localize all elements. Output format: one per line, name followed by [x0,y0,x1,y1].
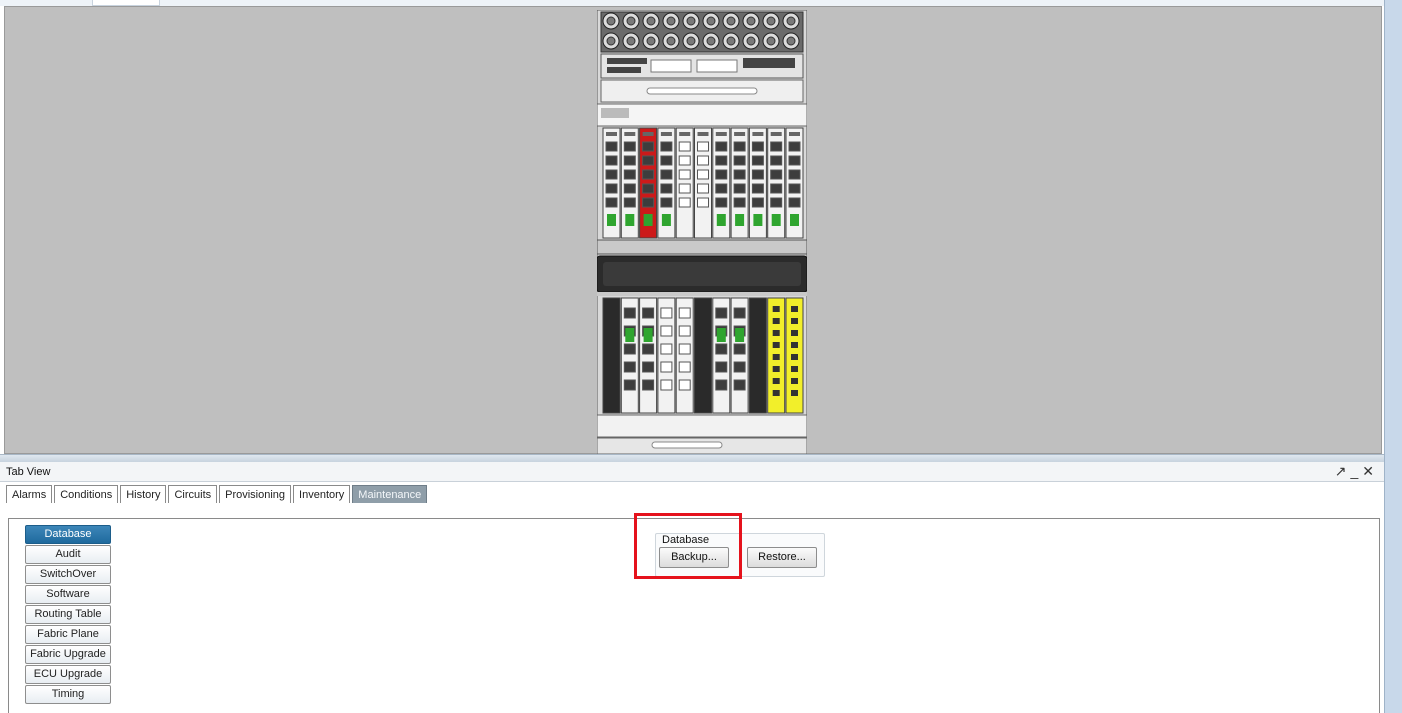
lower-card-slot[interactable] [767,297,786,414]
tab-view-header: Tab View ↗_✕ [0,462,1384,482]
lower-card-slot[interactable] [694,297,712,414]
tab-conditions[interactable]: Conditions [54,485,119,503]
split-bar[interactable] [0,454,1384,462]
fan-tray [600,11,804,53]
upper-card-cage[interactable] [602,127,804,239]
subtab-software[interactable]: Software [25,585,111,604]
tab-provisioning[interactable]: Provisioning [219,485,292,503]
close-icon[interactable]: ✕ [1362,463,1378,479]
right-scroll-rail[interactable] [1384,0,1402,713]
upper-label-bar [597,103,807,127]
shelf-view[interactable] [4,6,1382,454]
tab-alarms[interactable]: Alarms [6,485,53,503]
subtab-audit[interactable]: Audit [25,545,111,564]
upper-card-slot[interactable] [712,127,731,239]
lower-card-slot[interactable] [748,297,767,414]
upper-air-ramp [600,79,804,103]
lower-card-slot[interactable] [785,297,804,414]
upper-card-slot[interactable] [767,127,786,239]
minimize-icon[interactable]: _ [1350,463,1362,479]
tab-view-title: Tab View [6,466,51,478]
subtab-database[interactable]: Database [25,525,111,544]
tab-history[interactable]: History [120,485,167,503]
lower-card-slot[interactable] [602,297,621,414]
subtab-timing[interactable]: Timing [25,685,111,704]
restore-button[interactable]: Restore... [747,547,817,568]
chassis-graphic[interactable] [597,10,807,454]
upper-card-slot[interactable] [748,127,767,239]
subtab-fabric-plane[interactable]: Fabric Plane [25,625,111,644]
lower-card-slot[interactable] [657,297,676,414]
tab-inventory[interactable]: Inventory [293,485,351,503]
lower-card-slot[interactable] [620,297,639,414]
lower-card-slot[interactable] [730,297,749,414]
tab-bar: Alarms Conditions History Circuits Provi… [6,485,428,505]
float-window-icon[interactable]: ↗ [1335,463,1351,479]
lower-air-ramp [597,414,807,454]
lower-card-slot[interactable] [675,297,694,414]
upper-card-slot[interactable] [694,127,712,239]
tab-circuits[interactable]: Circuits [168,485,218,503]
subtab-routing-table[interactable]: Routing Table [25,605,111,624]
tab-maintenance[interactable]: Maintenance [352,485,428,503]
upper-card-slot[interactable] [657,127,676,239]
lower-card-cage[interactable] [602,297,804,414]
subtab-switchover[interactable]: SwitchOver [25,565,111,584]
upper-card-slot[interactable] [620,127,639,239]
maintenance-subtabs: Database Audit SwitchOver Software Routi… [25,525,111,705]
upper-card-slot[interactable] [639,127,658,239]
upper-card-slot[interactable] [785,127,804,239]
highlight-annotation [634,513,742,579]
lower-card-slot[interactable] [639,297,658,414]
upper-card-slot[interactable] [730,127,749,239]
lower-card-slot[interactable] [712,297,731,414]
cable-tray [597,239,807,296]
tab-view-controls: ↗_✕ [1335,463,1378,480]
subtab-ecu-upgrade[interactable]: ECU Upgrade [25,665,111,684]
upper-card-slot[interactable] [675,127,694,239]
ecu-module[interactable] [600,53,804,79]
upper-card-slot[interactable] [602,127,621,239]
subtab-fabric-upgrade[interactable]: Fabric Upgrade [25,645,111,664]
